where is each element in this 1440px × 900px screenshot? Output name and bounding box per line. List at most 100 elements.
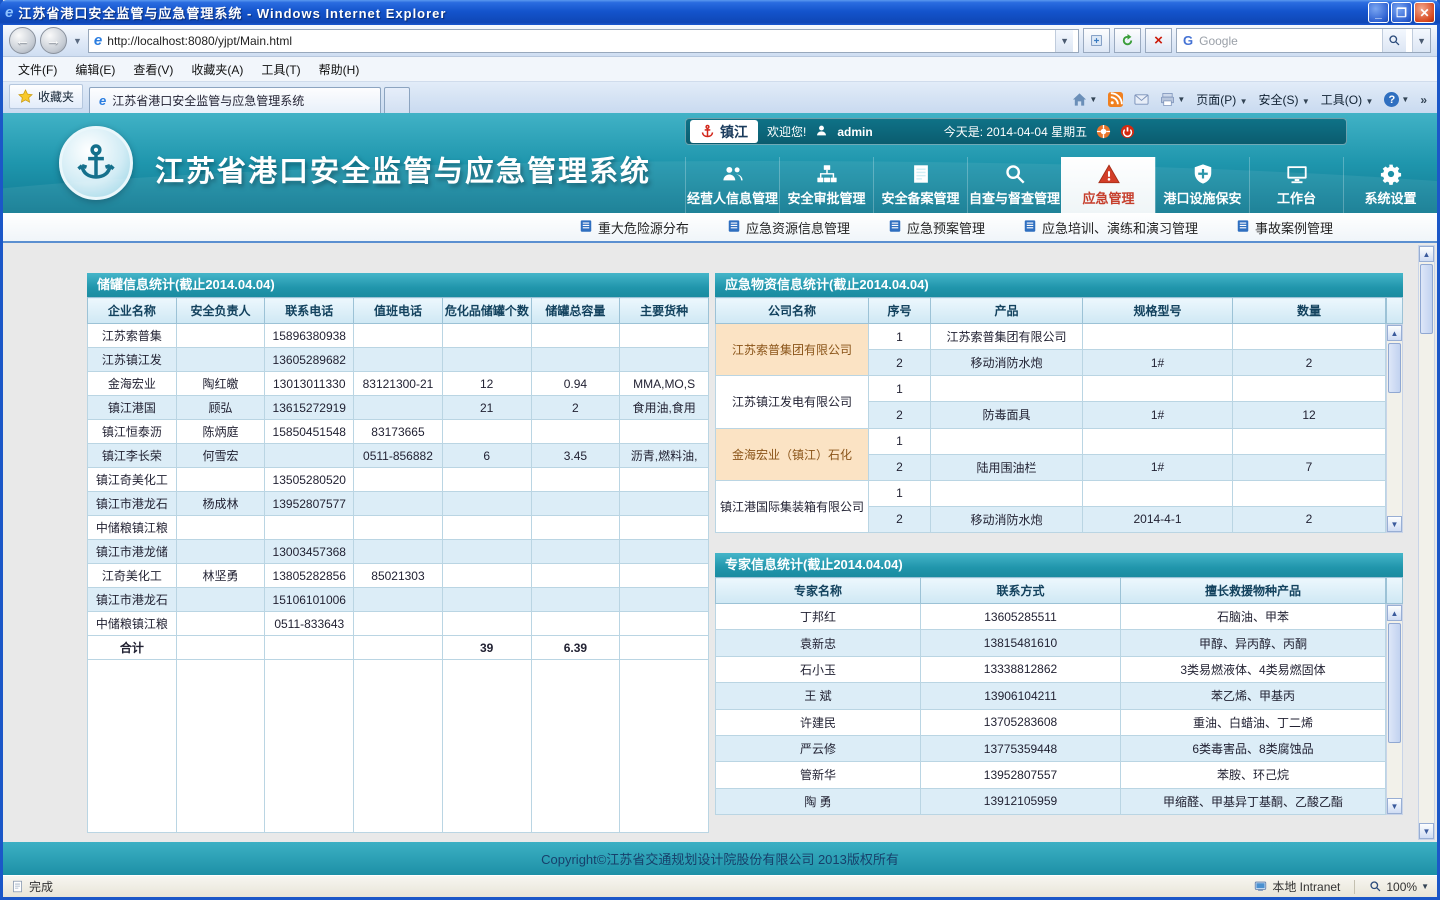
minimize-button[interactable]: _ bbox=[1368, 2, 1389, 23]
command-label[interactable]: 页面(P) ▼ bbox=[1196, 91, 1247, 108]
city-selector[interactable]: 镇江 bbox=[690, 120, 758, 143]
scroll-down-button[interactable]: ▼ bbox=[1387, 798, 1402, 814]
home-button[interactable]: ▼ bbox=[1072, 92, 1097, 107]
table-cell: 15896380938 bbox=[265, 324, 354, 348]
scroll-thumb[interactable] bbox=[1388, 343, 1401, 393]
zoom-control[interactable]: 100% ▼ bbox=[1369, 880, 1429, 894]
search-dropdown-icon[interactable]: ▼ bbox=[1412, 29, 1430, 52]
back-button[interactable]: ← bbox=[9, 27, 36, 54]
table-cell bbox=[931, 428, 1083, 454]
table-cell bbox=[1233, 480, 1386, 506]
table-cell: 顾弘 bbox=[176, 396, 265, 420]
table-cell bbox=[931, 480, 1083, 506]
home-page-button[interactable] bbox=[1096, 124, 1111, 139]
history-dropdown-icon[interactable]: ▼ bbox=[71, 36, 84, 46]
page-scrollbar[interactable]: ▲ ▼ bbox=[1418, 245, 1435, 840]
nav-item-search[interactable]: 自查与督查管理 bbox=[967, 157, 1061, 213]
table-cell bbox=[176, 588, 265, 612]
compatibility-button[interactable] bbox=[1083, 28, 1110, 53]
table-cell bbox=[531, 324, 620, 348]
scroll-up-button[interactable]: ▲ bbox=[1387, 325, 1402, 341]
table-cell bbox=[442, 564, 531, 588]
menu-item[interactable]: 文件(F) bbox=[9, 58, 66, 81]
command-label[interactable]: 工具(O) ▼ bbox=[1321, 91, 1374, 108]
command-label[interactable]: 安全(S) ▼ bbox=[1259, 91, 1310, 108]
submenu-item[interactable]: 重大危险源分布 bbox=[579, 218, 689, 237]
menu-item[interactable]: 查看(V) bbox=[124, 58, 182, 81]
table-cell: 12 bbox=[442, 372, 531, 396]
stop-button[interactable]: × bbox=[1145, 28, 1172, 53]
url-field[interactable]: e http://localhost:8080/yjpt/Main.html ▼ bbox=[88, 29, 1079, 53]
scroll-up-button[interactable]: ▲ bbox=[1419, 246, 1434, 262]
nav-item-shield[interactable]: 港口设施保安 bbox=[1155, 157, 1249, 213]
table-cell bbox=[531, 420, 620, 444]
submenu-item[interactable]: 应急预案管理 bbox=[888, 218, 985, 237]
search-button[interactable] bbox=[1382, 29, 1406, 52]
nav-item-monitor[interactable]: 工作台 bbox=[1249, 157, 1343, 213]
nav-item-document[interactable]: 安全备案管理 bbox=[873, 157, 967, 213]
print-button[interactable]: ▼ bbox=[1160, 92, 1185, 107]
scroll-up-button[interactable]: ▲ bbox=[1387, 605, 1402, 621]
phone-cell: 13815481610 bbox=[921, 630, 1121, 656]
nav-item-warning[interactable]: 应急管理 bbox=[1061, 157, 1155, 213]
menu-item[interactable]: 帮助(H) bbox=[310, 58, 369, 81]
table-cell: 中储粮镇江粮 bbox=[88, 612, 177, 636]
submenu-item[interactable]: 应急资源信息管理 bbox=[727, 218, 850, 237]
search-icon bbox=[1004, 163, 1026, 185]
scroll-track[interactable] bbox=[1387, 341, 1402, 516]
printer-icon bbox=[1160, 92, 1175, 107]
table-cell bbox=[1083, 480, 1233, 506]
menu-item[interactable]: 收藏夹(A) bbox=[182, 58, 252, 81]
lifebuoy-icon bbox=[1096, 124, 1111, 139]
column-header: 规格型号 bbox=[1083, 298, 1233, 324]
submenu-item[interactable]: 应急培训、演练和演习管理 bbox=[1023, 218, 1198, 237]
scroll-track[interactable] bbox=[1387, 621, 1402, 798]
refresh-button[interactable] bbox=[1114, 28, 1141, 53]
experts-scrollbar[interactable]: ▲ ▼ bbox=[1386, 604, 1403, 815]
scroll-down-button[interactable]: ▼ bbox=[1419, 823, 1434, 839]
scroll-thumb[interactable] bbox=[1388, 623, 1401, 743]
menu-item[interactable]: 编辑(E) bbox=[66, 58, 124, 81]
table-cell: 沥青,燃料油, bbox=[620, 444, 709, 468]
feeds-button[interactable] bbox=[1108, 92, 1123, 107]
table-cell: 1 bbox=[869, 376, 931, 402]
doc-icon bbox=[579, 219, 593, 236]
scroll-thumb[interactable] bbox=[1420, 264, 1433, 334]
menu-item[interactable]: 工具(T) bbox=[252, 58, 309, 81]
table-row: 江奇美化工林坚勇1380528285685021303 bbox=[88, 564, 709, 588]
footer: Copyright©江苏省交通规划设计院股份有限公司 2013版权所有 bbox=[3, 842, 1437, 875]
favorites-button[interactable]: 收藏夹 bbox=[9, 84, 83, 109]
close-button[interactable]: ✕ bbox=[1414, 2, 1435, 23]
skill-cell: 重油、白蜡油、丁二烯 bbox=[1121, 709, 1386, 735]
search-box[interactable]: G Google ▼ bbox=[1176, 28, 1431, 53]
nav-item-users[interactable]: 经营人信息管理 bbox=[685, 157, 779, 213]
table-cell bbox=[931, 376, 1083, 402]
doc-icon bbox=[1023, 219, 1037, 236]
table-cell: MMA,MO,S bbox=[620, 372, 709, 396]
nav-item-gear[interactable]: 系统设置 bbox=[1343, 157, 1437, 213]
scroll-track[interactable] bbox=[1419, 262, 1434, 823]
help-button[interactable]: ?▼ bbox=[1384, 92, 1409, 107]
table-cell: 镇江恒泰沥 bbox=[88, 420, 177, 444]
nav-item-orgchart[interactable]: 安全审批管理 bbox=[779, 157, 873, 213]
read-mail-button[interactable] bbox=[1134, 92, 1149, 107]
tab-current-page[interactable]: e 江苏省港口安全监管与应急管理系统 bbox=[89, 87, 381, 113]
maximize-button[interactable]: ❐ bbox=[1391, 2, 1412, 23]
forward-button[interactable]: → bbox=[40, 27, 67, 54]
logout-button[interactable] bbox=[1120, 124, 1135, 139]
submenu-item[interactable]: 事故案例管理 bbox=[1236, 218, 1333, 237]
column-header: 企业名称 bbox=[88, 298, 177, 324]
table-cell bbox=[442, 492, 531, 516]
new-tab-stub[interactable] bbox=[384, 87, 410, 113]
overflow-chevron-icon[interactable]: » bbox=[1420, 93, 1427, 107]
url-dropdown-icon[interactable]: ▼ bbox=[1055, 30, 1073, 52]
supplies-scrollbar[interactable]: ▲ ▼ bbox=[1386, 324, 1403, 533]
scroll-down-button[interactable]: ▼ bbox=[1387, 516, 1402, 532]
table-row: 镇江市港龙石15106101006 bbox=[88, 588, 709, 612]
phone-cell: 13775359448 bbox=[921, 735, 1121, 761]
table-cell: 0.94 bbox=[531, 372, 620, 396]
doc-icon bbox=[1236, 219, 1250, 236]
table-row: 金海宏业（镇江）石化1 bbox=[716, 428, 1386, 454]
table-row: 中储粮镇江粮0511-833643 bbox=[88, 612, 709, 636]
table-cell: 1 bbox=[869, 480, 931, 506]
